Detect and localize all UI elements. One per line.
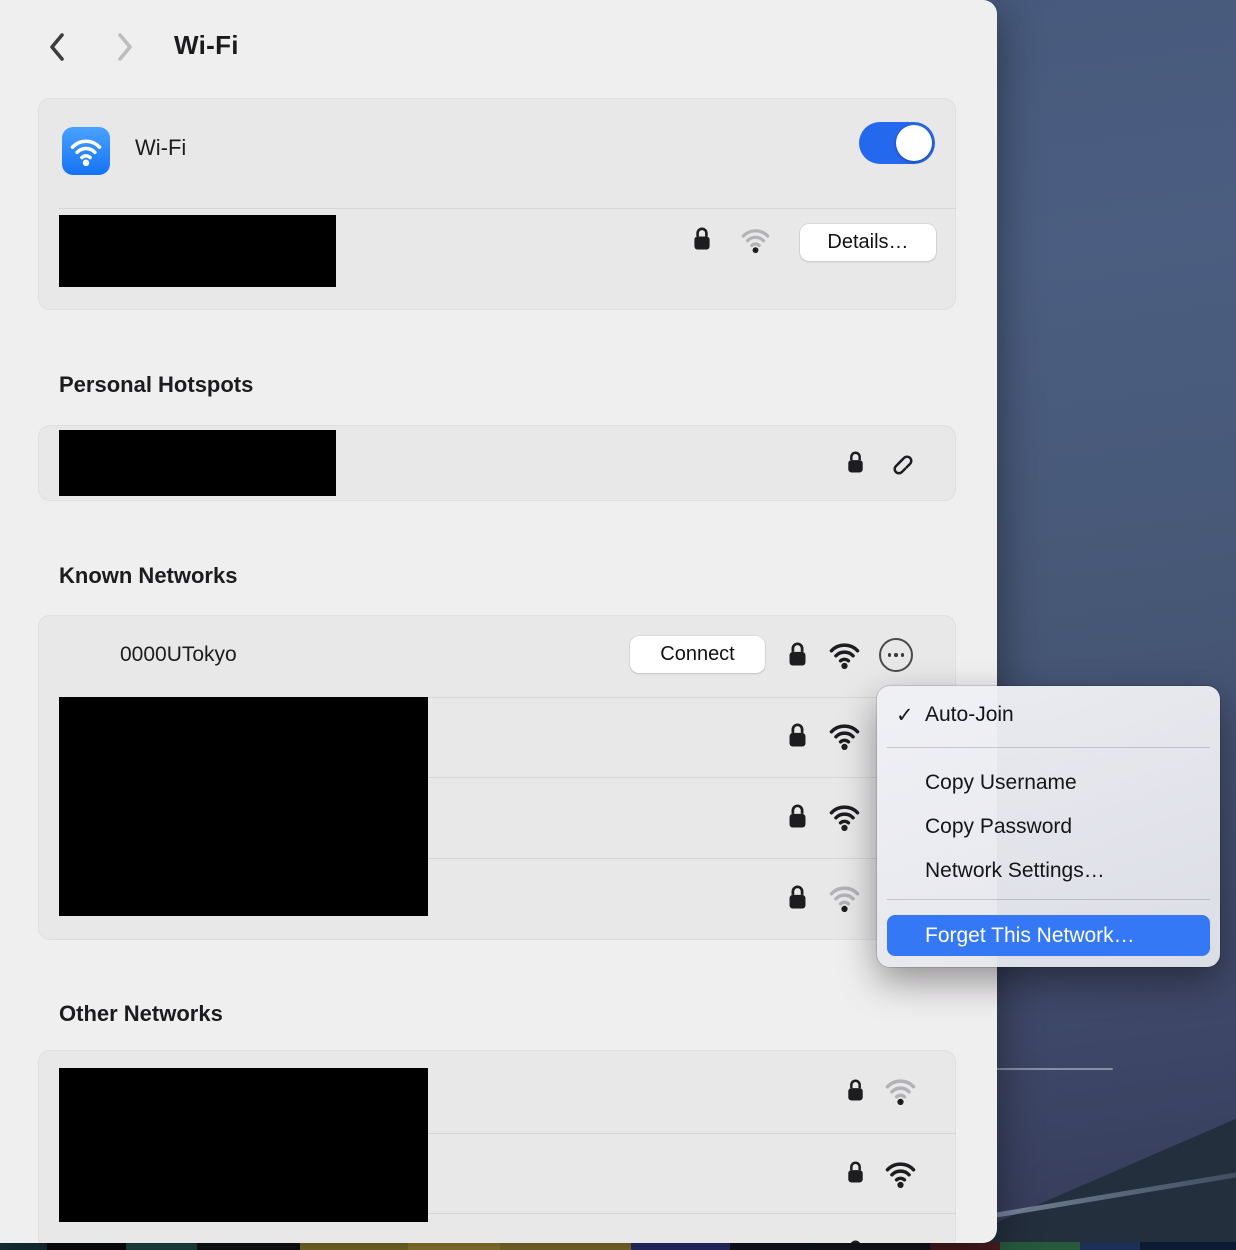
system-settings-window: Wi-Fi Wi-Fi Details… Personal Hotspots xyxy=(0,0,997,1243)
menu-item-label: Copy Username xyxy=(925,771,1077,795)
wifi-signal-weak-icon xyxy=(884,1076,917,1106)
menu-item-auto-join[interactable]: ✓ Auto-Join xyxy=(887,695,1210,735)
menu-item-forget-this-network[interactable]: Forget This Network… xyxy=(887,915,1210,956)
lock-icon xyxy=(846,1076,865,1104)
network-context-menu: ✓ Auto-Join Copy Username Copy Password … xyxy=(877,686,1220,967)
menu-item-copy-password[interactable]: Copy Password xyxy=(887,807,1210,847)
menu-item-label: Network Settings… xyxy=(925,859,1105,883)
screen-bottom-strip xyxy=(0,1242,1236,1250)
section-title-other-networks: Other Networks xyxy=(59,1001,223,1027)
redacted-network-name xyxy=(59,430,336,496)
section-title-known-networks: Known Networks xyxy=(59,563,237,589)
menu-item-label: Auto-Join xyxy=(925,703,1014,727)
redacted-network-name xyxy=(59,697,428,916)
lock-icon xyxy=(846,448,865,476)
menu-separator xyxy=(887,899,1210,900)
known-networks-card: 0000UTokyo Connect xyxy=(38,615,956,940)
menu-item-copy-username[interactable]: Copy Username xyxy=(887,763,1210,803)
lock-icon xyxy=(692,224,712,253)
wifi-card: Wi-Fi Details… xyxy=(38,98,956,310)
lock-icon xyxy=(846,1158,865,1186)
section-title-personal-hotspots: Personal Hotspots xyxy=(59,372,253,398)
wifi-toggle-label: Wi-Fi xyxy=(135,135,186,161)
forward-button[interactable] xyxy=(108,28,142,66)
chevron-right-icon xyxy=(115,32,135,62)
lock-icon xyxy=(787,720,808,750)
redacted-network-name xyxy=(59,215,336,287)
connect-button[interactable]: Connect xyxy=(630,636,765,673)
network-name: 0000UTokyo xyxy=(120,643,237,667)
lock-icon xyxy=(787,639,808,669)
wallpaper-seam-line xyxy=(995,1068,1113,1070)
wifi-icon xyxy=(69,136,103,167)
lock-icon xyxy=(787,882,808,912)
checkmark-icon: ✓ xyxy=(896,703,914,728)
details-button[interactable]: Details… xyxy=(800,224,936,261)
wifi-signal-full-icon xyxy=(828,640,861,670)
back-button[interactable] xyxy=(40,28,74,66)
known-network-row[interactable]: 0000UTokyo Connect xyxy=(38,615,956,697)
ellipsis-icon xyxy=(901,653,905,657)
wifi-toggle[interactable] xyxy=(859,122,935,164)
menu-separator xyxy=(887,747,1210,748)
menu-item-label: Copy Password xyxy=(925,815,1072,839)
ellipsis-icon xyxy=(894,653,898,657)
link-icon xyxy=(886,448,914,476)
ellipsis-icon xyxy=(888,653,892,657)
hotspot-row[interactable] xyxy=(38,425,956,501)
wifi-signal-weak-icon xyxy=(740,226,771,254)
wifi-signal-full-icon xyxy=(828,802,861,832)
wifi-signal-full-icon xyxy=(884,1159,917,1189)
wifi-app-icon xyxy=(62,127,110,175)
redacted-network-name xyxy=(59,1068,428,1222)
personal-hotspots-card xyxy=(38,425,956,501)
lock-icon xyxy=(846,1237,865,1243)
toggle-knob xyxy=(896,125,932,161)
menu-item-label: Forget This Network… xyxy=(925,924,1135,948)
wifi-signal-full-icon xyxy=(828,721,861,751)
page-title: Wi-Fi xyxy=(174,30,239,61)
lock-icon xyxy=(787,801,808,831)
chevron-left-icon xyxy=(47,32,67,62)
menu-item-network-settings[interactable]: Network Settings… xyxy=(887,851,1210,891)
other-networks-card xyxy=(38,1050,956,1243)
more-options-button[interactable] xyxy=(879,638,913,672)
wifi-signal-weak-icon xyxy=(828,883,861,913)
current-network-row[interactable]: Details… xyxy=(38,208,956,310)
